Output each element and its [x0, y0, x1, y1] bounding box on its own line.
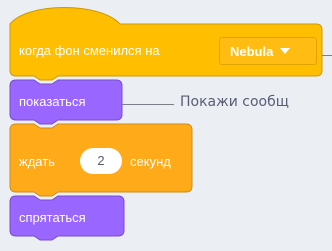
show-block-label: показаться	[19, 94, 86, 109]
show-callout-text: Покажи сообщ	[180, 94, 289, 110]
wait-seconds-input[interactable]: 2	[80, 148, 122, 174]
wait-block-unit-label: секунд	[130, 154, 171, 169]
wait-block-label: ждать	[19, 154, 55, 169]
show-callout-line	[122, 104, 174, 105]
dropdown-arrow-icon	[280, 48, 291, 54]
hat-callout-line	[322, 55, 332, 56]
backdrop-dropdown-value: Nebula	[230, 43, 274, 59]
scripting-area: когда фон сменился на Nebula показаться …	[0, 0, 332, 251]
backdrop-dropdown[interactable]: Nebula	[219, 37, 317, 65]
hide-block-label: спрятаться	[19, 210, 86, 225]
hat-block-label: когда фон сменился на	[19, 43, 160, 58]
